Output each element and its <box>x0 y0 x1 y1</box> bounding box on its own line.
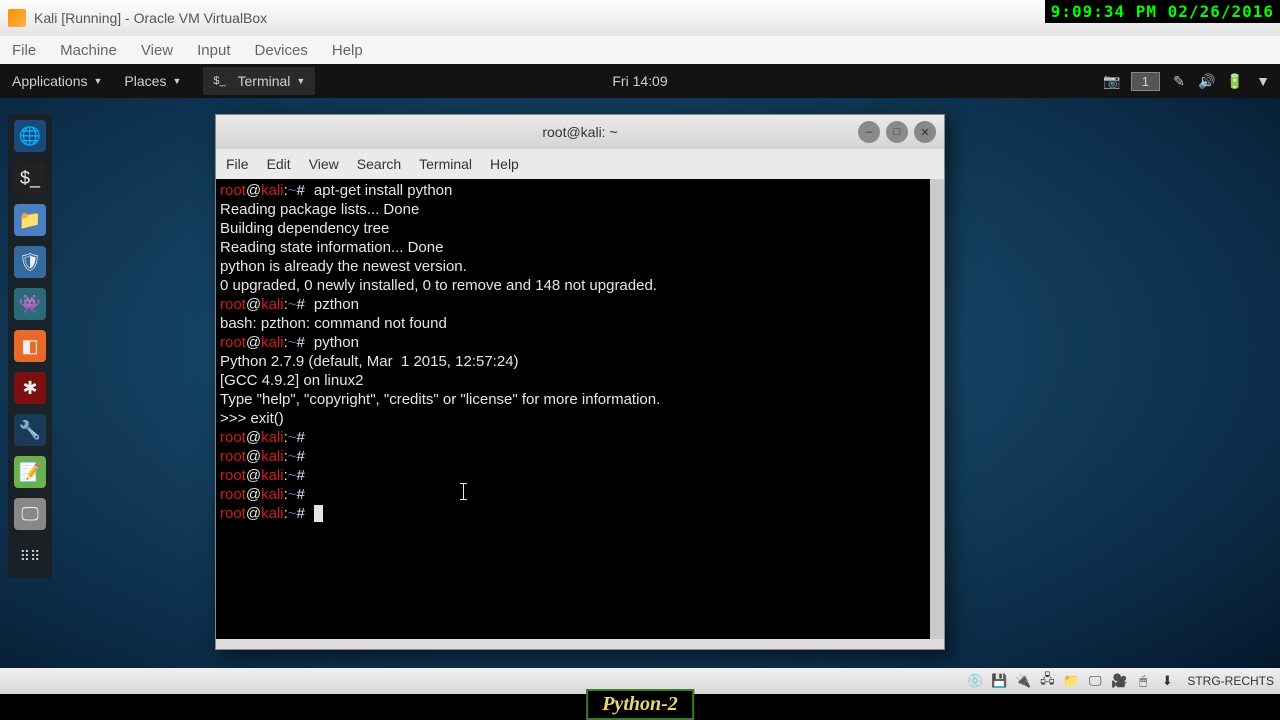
workspace-indicator[interactable]: 1 <box>1131 72 1160 91</box>
minimize-button[interactable]: – <box>858 121 880 143</box>
clock[interactable]: Fri 14:09 <box>612 73 667 89</box>
vb-menu-machine[interactable]: Machine <box>60 42 117 59</box>
terminal-window: root@kali: ~ – □ ✕ File Edit View Search… <box>215 114 945 650</box>
gnome-topbar: Applications▼ Places▼ $_ Terminal▼ Fri 1… <box>0 64 1280 98</box>
dock-burpsuite-icon[interactable]: ◧ <box>14 330 46 362</box>
vb-menu-view[interactable]: View <box>141 42 173 59</box>
terminal-output: root@kali:~# apt-get install python Read… <box>220 181 926 523</box>
term-menu-view[interactable]: View <box>309 156 339 172</box>
vb-usb-icon[interactable]: 🔌 <box>1013 671 1033 691</box>
virtualbox-icon <box>8 9 26 27</box>
dock-armitage-icon[interactable]: 👾 <box>14 288 46 320</box>
term-menu-edit[interactable]: Edit <box>267 156 291 172</box>
dock-notes-icon[interactable]: 📝 <box>14 456 46 488</box>
dock-tweaks-icon[interactable]: 🖵 <box>14 498 46 530</box>
recorder-icon[interactable]: 📷 <box>1103 72 1121 90</box>
vb-mouse-icon[interactable]: 🖱 <box>1133 671 1153 691</box>
vb-menu-help[interactable]: Help <box>332 42 363 59</box>
dock-maltego-icon[interactable]: ✱ <box>14 372 46 404</box>
term-menu-file[interactable]: File <box>226 156 249 172</box>
vb-display-icon[interactable]: 🖵 <box>1085 671 1105 691</box>
system-menu-caret[interactable]: ▼ <box>1254 72 1272 90</box>
vb-optical-icon[interactable]: 💾 <box>989 671 1009 691</box>
vb-shared-icon[interactable]: 📁 <box>1061 671 1081 691</box>
virtualbox-window: Kali [Running] - Oracle VM VirtualBox Fi… <box>0 0 1280 694</box>
terminal-menubar: File Edit View Search Terminal Help <box>216 149 944 179</box>
dock-metasploit-icon[interactable]: 🛡 <box>14 246 46 278</box>
vb-hostkey-label: STRG-RECHTS <box>1187 674 1274 688</box>
vb-title: Kali [Running] - Oracle VM VirtualBox <box>34 10 267 26</box>
term-menu-search[interactable]: Search <box>357 156 401 172</box>
dock-terminal-icon[interactable]: $_ <box>14 162 46 194</box>
vb-menu-input[interactable]: Input <box>197 42 230 59</box>
terminal-title: root@kali: ~ <box>542 124 617 140</box>
terminal-body[interactable]: root@kali:~# apt-get install python Read… <box>216 179 944 639</box>
vb-hd-icon[interactable]: 💿 <box>965 671 985 691</box>
maximize-button[interactable]: □ <box>886 121 908 143</box>
term-menu-terminal[interactable]: Terminal <box>419 156 472 172</box>
active-app-indicator[interactable]: $_ Terminal▼ <box>203 67 315 95</box>
terminal-titlebar[interactable]: root@kali: ~ – □ ✕ <box>216 115 944 149</box>
dock-browser-icon[interactable]: 🌐 <box>14 120 46 152</box>
terminal-cursor <box>314 505 323 522</box>
resize-handle[interactable] <box>216 639 944 649</box>
accessibility-icon[interactable]: ✎ <box>1170 72 1188 90</box>
applications-menu[interactable]: Applications▼ <box>12 73 102 89</box>
vb-menu-file[interactable]: File <box>12 42 36 59</box>
volume-icon[interactable]: 🔊 <box>1198 72 1216 90</box>
dock: 🌐 $_ 📁 🛡 👾 ◧ ✱ 🔧 📝 🖵 ⠿⠿ <box>8 114 52 578</box>
battery-icon[interactable]: 🔋 <box>1226 72 1244 90</box>
dock-files-icon[interactable]: 📁 <box>14 204 46 236</box>
vb-menu-devices[interactable]: Devices <box>255 42 308 59</box>
places-menu[interactable]: Places▼ <box>124 73 181 89</box>
vb-video-icon[interactable]: 🎥 <box>1109 671 1129 691</box>
term-menu-help[interactable]: Help <box>490 156 519 172</box>
close-button[interactable]: ✕ <box>914 121 936 143</box>
vb-network-icon[interactable]: 🖧 <box>1037 671 1057 691</box>
ibeam-cursor <box>463 483 464 500</box>
guest-desktop: Applications▼ Places▼ $_ Terminal▼ Fri 1… <box>0 64 1280 694</box>
recording-timestamp: 9:09:34 PM 02/26/2016 <box>1045 0 1280 23</box>
caption-overlay: Python-2 <box>586 689 694 720</box>
dock-show-apps-icon[interactable]: ⠿⠿ <box>14 540 46 572</box>
vb-hostkey-icon[interactable]: ⬇ <box>1157 671 1177 691</box>
vb-menubar: File Machine View Input Devices Help <box>0 36 1280 64</box>
dock-tools-icon[interactable]: 🔧 <box>14 414 46 446</box>
